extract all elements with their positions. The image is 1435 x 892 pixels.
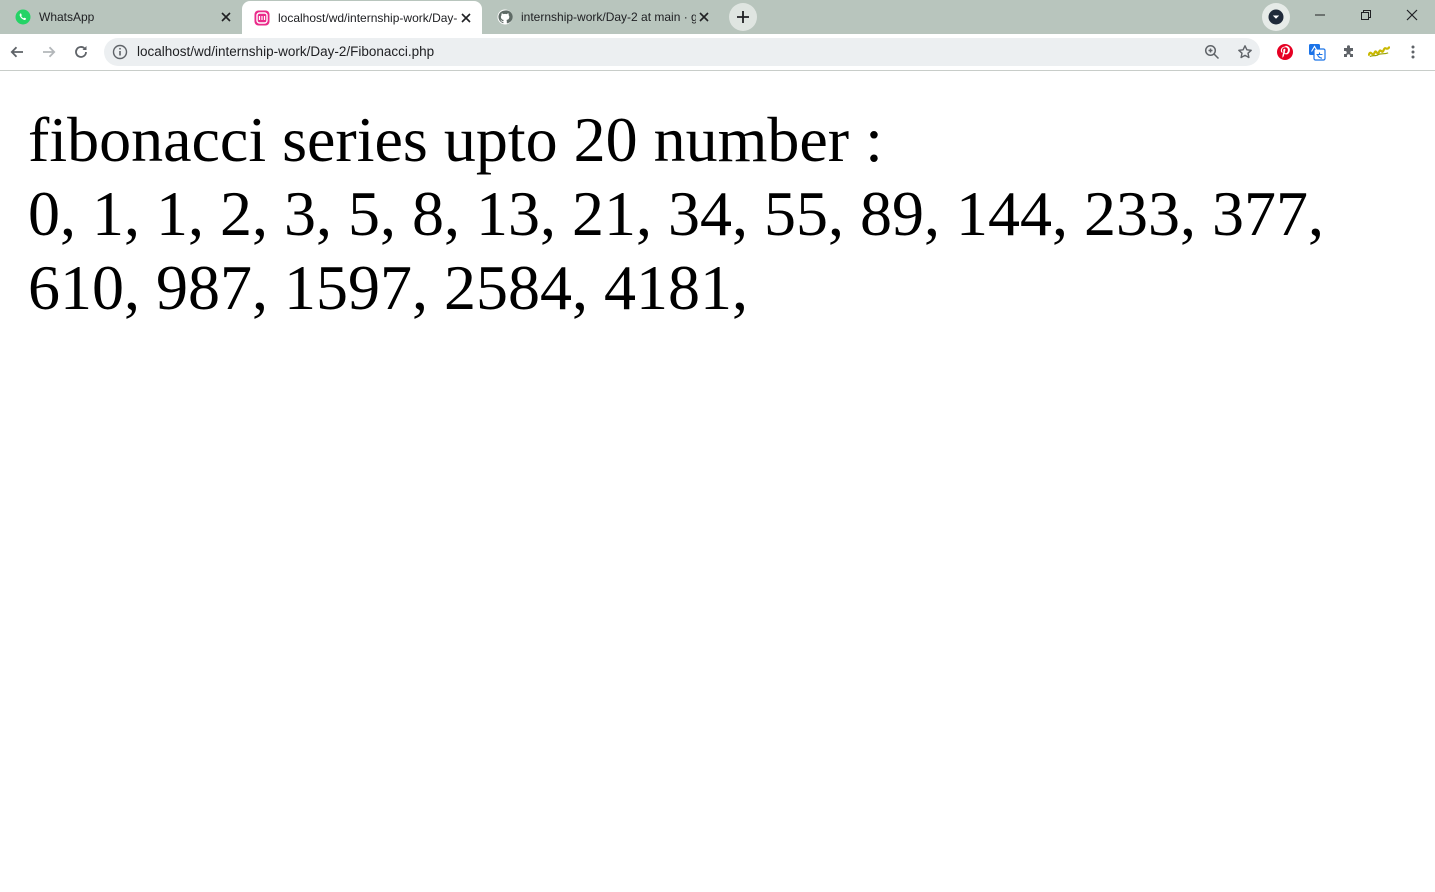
minimize-icon (1315, 14, 1325, 16)
tab-fibonacci[interactable]: localhost/wd/internship-work/Day-2/Fibon… (242, 1, 482, 35)
tab-title: internship-work/Day-2 at main · github (521, 10, 696, 24)
browser-toolbar: localhost/wd/internship-work/Day-2/Fibon… (0, 34, 1435, 71)
more-menu-icon[interactable] (1402, 42, 1424, 62)
yellow-extension-icon[interactable] (1368, 42, 1390, 62)
bookmark-star-icon[interactable] (1235, 42, 1255, 62)
tab-whatsapp[interactable]: WhatsApp (0, 0, 242, 34)
arrow-left-icon (10, 46, 23, 58)
minimize-button[interactable] (1297, 0, 1343, 30)
reload-button[interactable] (67, 38, 95, 66)
reload-icon (75, 46, 87, 58)
tab-title: localhost/wd/internship-work/Day-2/Fibon… (278, 11, 458, 25)
tab-github[interactable]: internship-work/Day-2 at main · github (482, 0, 720, 34)
address-bar[interactable]: localhost/wd/internship-work/Day-2/Fibon… (104, 38, 1260, 66)
pinterest-icon[interactable] (1274, 42, 1296, 62)
close-window-button[interactable] (1389, 0, 1435, 30)
page-content: fibonacci series upto 20 number : 0, 1, … (28, 103, 1408, 325)
restore-icon (1361, 10, 1371, 20)
close-tab-icon[interactable] (458, 10, 474, 26)
translate-icon[interactable] (1306, 42, 1328, 62)
arrow-right-icon (43, 46, 56, 58)
github-icon (497, 9, 513, 25)
restore-button[interactable] (1343, 0, 1389, 30)
fibonacci-series: 0, 1, 1, 2, 3, 5, 8, 13, 21, 34, 55, 89,… (28, 178, 1324, 323)
close-icon (1406, 9, 1418, 21)
tab-strip: WhatsApp localhost/wd/internship-work/Da… (0, 0, 1435, 35)
puzzle-icon[interactable] (1338, 42, 1360, 62)
close-tab-icon[interactable] (696, 9, 712, 25)
new-tab-button[interactable] (729, 3, 757, 31)
page-heading: fibonacci series upto 20 number : (28, 104, 883, 175)
chevron-down-icon (1268, 9, 1284, 25)
whatsapp-icon (15, 9, 31, 25)
zoom-icon[interactable] (1202, 42, 1222, 62)
back-button[interactable] (3, 38, 31, 66)
xampp-icon (254, 10, 270, 26)
tab-search-button[interactable] (1262, 3, 1290, 31)
address-url[interactable]: localhost/wd/internship-work/Day-2/Fibon… (137, 38, 434, 66)
plus-icon (737, 11, 749, 23)
forward-button[interactable] (35, 38, 63, 66)
tab-title: WhatsApp (39, 10, 95, 24)
close-tab-icon[interactable] (218, 9, 234, 25)
info-icon[interactable] (112, 44, 128, 60)
